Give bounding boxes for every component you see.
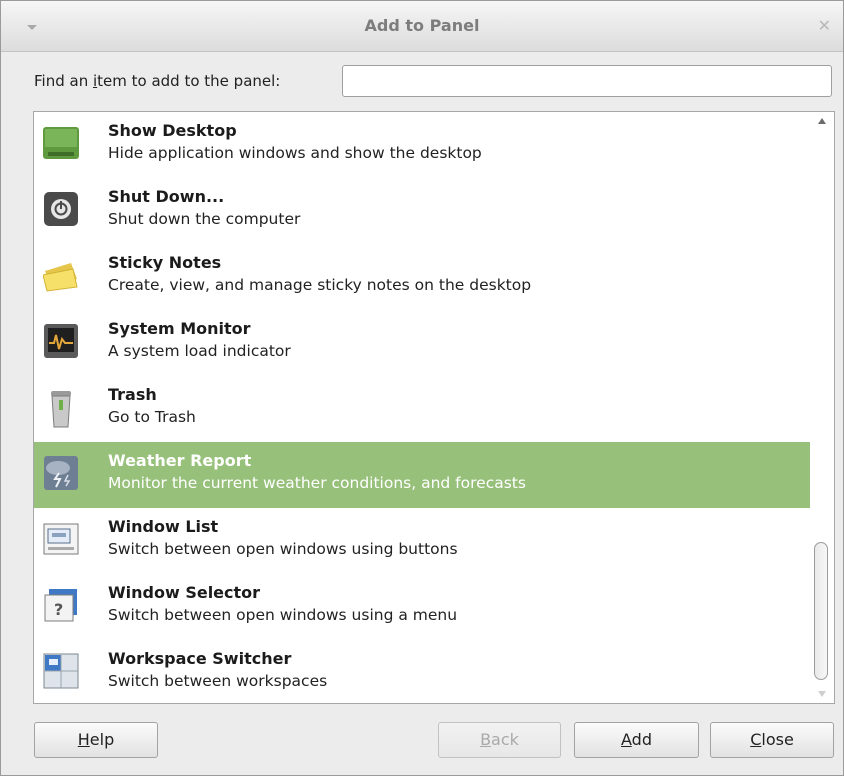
system-monitor-icon: [43, 323, 79, 363]
list-item[interactable]: Trash Go to Trash: [34, 376, 810, 442]
help-button[interactable]: Help: [34, 722, 158, 758]
item-description: Create, view, and manage sticky notes on…: [108, 276, 532, 294]
item-name: Shut Down...: [108, 187, 225, 206]
item-description: Switch between open windows using button…: [108, 540, 458, 558]
list-item[interactable]: Sticky Notes Create, view, and manage sti…: [34, 244, 810, 310]
item-description: Shut down the computer: [108, 210, 301, 228]
item-description: Hide application windows and show the de…: [108, 144, 482, 162]
trash-icon: [43, 389, 79, 429]
item-name: Window List: [108, 517, 219, 536]
scroll-thumb[interactable]: [814, 542, 828, 680]
workspace-switcher-icon: [43, 653, 79, 693]
list-item[interactable]: Show Desktop Hide application windows and…: [34, 112, 810, 178]
find-label: Find an item to add to the panel:: [34, 72, 281, 90]
vertical-scrollbar[interactable]: [810, 112, 834, 703]
power-icon: [43, 191, 79, 231]
item-description: Switch between open windows using a menu: [108, 606, 458, 624]
window-selector-icon: ?: [43, 587, 79, 627]
item-description: A system load indicator: [108, 342, 291, 360]
list-item[interactable]: ? Window Selector Switch between open wind…: [34, 574, 810, 640]
item-name: Weather Report: [108, 451, 252, 470]
list-item[interactable]: System Monitor A system load indicator: [34, 310, 810, 376]
find-row: Find an item to add to the panel:: [34, 65, 834, 99]
title-bar[interactable]: Add to Panel ✕: [1, 1, 843, 52]
list-item[interactable]: Shut Down... Shut down the computer: [34, 178, 810, 244]
list-item[interactable]: Workspace Switcher Switch between workspa…: [34, 640, 810, 703]
applet-list: Show Desktop Hide application windows and…: [33, 111, 835, 704]
close-button[interactable]: Close: [710, 722, 834, 758]
show-desktop-icon: [43, 125, 79, 165]
item-name: Trash: [108, 385, 157, 404]
add-button[interactable]: Add: [574, 722, 699, 758]
item-name: System Monitor: [108, 319, 251, 338]
item-name: Workspace Switcher: [108, 649, 292, 668]
scroll-up-icon[interactable]: [818, 118, 826, 124]
item-name: Show Desktop: [108, 121, 237, 140]
scroll-down-icon[interactable]: [818, 691, 826, 697]
item-description: Switch between workspaces: [108, 672, 328, 690]
add-to-panel-dialog: Add to Panel ✕ Find an item to add to th…: [0, 0, 844, 776]
item-name: Sticky Notes: [108, 253, 222, 272]
item-name: Window Selector: [108, 583, 261, 602]
item-description: Go to Trash: [108, 408, 196, 426]
list-item[interactable]: Window List Switch between open windows u…: [34, 508, 810, 574]
close-icon[interactable]: ✕: [818, 16, 831, 35]
sticky-notes-icon: [42, 257, 79, 297]
back-button[interactable]: Back: [438, 722, 561, 758]
svg-text:?: ?: [54, 600, 63, 619]
weather-icon: [43, 455, 79, 495]
list-item[interactable]: Weather Report Monitor the current weathe…: [34, 442, 810, 508]
item-description: Monitor the current weather conditions, …: [108, 474, 526, 492]
window-title: Add to Panel: [364, 16, 480, 35]
window-list-icon: [43, 521, 79, 561]
search-input[interactable]: [342, 65, 832, 97]
